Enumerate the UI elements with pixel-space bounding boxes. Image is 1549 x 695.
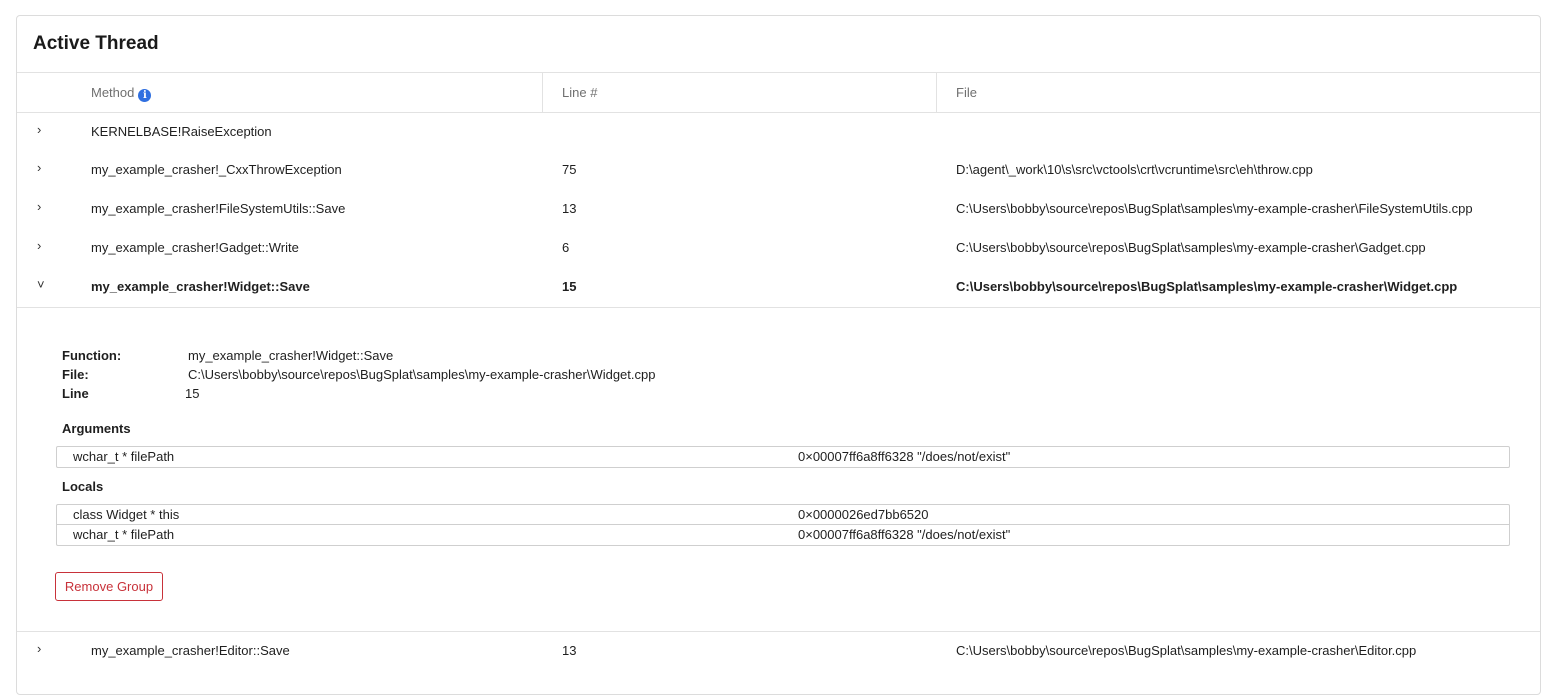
frame-details: Function: my_example_crasher!Widget::Sav…	[17, 307, 1540, 632]
info-icon[interactable]: i	[138, 89, 152, 102]
method-cell: my_example_crasher!Widget::Save	[91, 279, 310, 294]
table-row[interactable]: › my_example_crasher!Gadget::Write 6 C:\…	[17, 229, 1540, 267]
file-value: C:\Users\bobby\source\repos\BugSplat\sam…	[188, 367, 656, 382]
method-cell: my_example_crasher!_CxxThrowException	[91, 162, 342, 177]
column-divider[interactable]	[542, 73, 543, 112]
file-label: File:	[62, 367, 89, 382]
line-cell: 6	[562, 240, 570, 255]
file-cell: C:\Users\bobby\source\repos\BugSplat\sam…	[956, 240, 1426, 255]
arguments-heading: Arguments	[62, 421, 131, 436]
remove-group-button[interactable]: Remove Group	[55, 572, 163, 601]
local-row: wchar_t * filePath 0×00007ff6a8ff6328 "/…	[57, 525, 1509, 545]
local-value: 0×00007ff6a8ff6328 "/does/not/exist"	[798, 527, 1011, 542]
argument-name: wchar_t * filePath	[73, 449, 175, 464]
local-row: class Widget * this 0×0000026ed7bb6520	[57, 505, 1509, 525]
line-value: 15	[185, 386, 200, 401]
argument-row: wchar_t * filePath 0×00007ff6a8ff6328 "/…	[57, 447, 1509, 467]
column-header-method[interactable]: Method i	[91, 73, 152, 112]
column-divider[interactable]	[936, 73, 937, 112]
method-cell: my_example_crasher!Editor::Save	[91, 643, 290, 658]
column-header-method-label: Method	[91, 85, 135, 100]
local-name: class Widget * this	[73, 507, 180, 522]
file-cell: C:\Users\bobby\source\repos\BugSplat\sam…	[956, 279, 1458, 294]
chevron-right-icon[interactable]: ›	[37, 190, 41, 228]
method-cell: my_example_crasher!Gadget::Write	[91, 240, 299, 255]
local-value: 0×0000026ed7bb6520	[798, 507, 929, 522]
locals-table: class Widget * this 0×0000026ed7bb6520 w…	[56, 504, 1510, 546]
method-cell: KERNELBASE!RaiseException	[91, 124, 272, 139]
chevron-right-icon[interactable]: ›	[37, 632, 41, 670]
line-cell: 13	[562, 201, 577, 216]
method-cell: my_example_crasher!FileSystemUtils::Save	[91, 201, 346, 216]
chevron-right-icon[interactable]: ›	[37, 113, 41, 151]
table-row-expanded[interactable]: ˅ my_example_crasher!Widget::Save 15 C:\…	[17, 268, 1540, 306]
table-row[interactable]: › KERNELBASE!RaiseException	[17, 113, 1540, 151]
arguments-table: wchar_t * filePath 0×00007ff6a8ff6328 "/…	[56, 446, 1510, 468]
function-label: Function:	[62, 348, 122, 363]
locals-heading: Locals	[62, 479, 104, 494]
chevron-down-icon[interactable]: ˅	[37, 268, 45, 306]
table-header: Method i Line # File	[17, 72, 1540, 113]
file-cell: C:\Users\bobby\source\repos\BugSplat\sam…	[956, 643, 1417, 658]
table-row[interactable]: › my_example_crasher!_CxxThrowException …	[17, 151, 1540, 189]
argument-value: 0×00007ff6a8ff6328 "/does/not/exist"	[798, 449, 1011, 464]
table-row[interactable]: › my_example_crasher!FileSystemUtils::Sa…	[17, 190, 1540, 228]
active-thread-panel: Active Thread Method i Line # File › KERN…	[16, 15, 1541, 695]
function-value: my_example_crasher!Widget::Save	[188, 348, 394, 363]
chevron-right-icon[interactable]: ›	[37, 229, 41, 267]
file-cell: C:\Users\bobby\source\repos\BugSplat\sam…	[956, 201, 1473, 216]
line-cell: 13	[562, 643, 577, 658]
line-label: Line	[62, 386, 89, 401]
column-header-line[interactable]: Line #	[562, 73, 597, 112]
line-cell: 15	[562, 279, 577, 294]
panel-title: Active Thread	[33, 33, 159, 54]
table-row[interactable]: › my_example_crasher!Editor::Save 13 C:\…	[17, 632, 1540, 670]
line-cell: 75	[562, 162, 577, 177]
local-name: wchar_t * filePath	[73, 527, 175, 542]
column-header-file[interactable]: File	[956, 73, 977, 112]
file-cell: D:\agent\_work\10\s\src\vctools\crt\vcru…	[956, 162, 1313, 177]
chevron-right-icon[interactable]: ›	[37, 151, 41, 189]
